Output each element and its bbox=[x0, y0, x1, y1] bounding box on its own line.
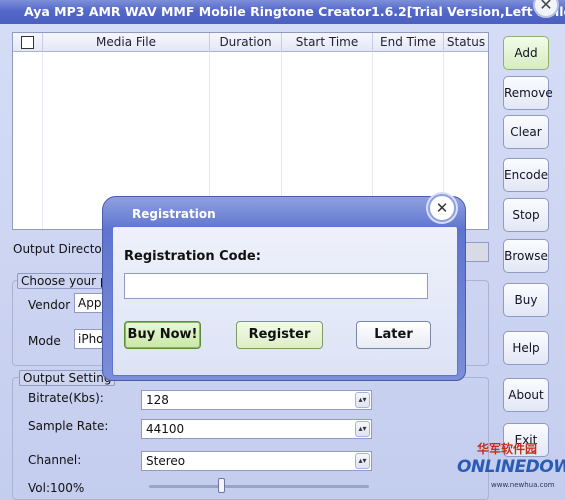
main-window: Aya MP3 AMR WAV MMF Mobile Ringtone Crea… bbox=[0, 0, 565, 500]
spin-arrows-icon[interactable]: ▴▾ bbox=[355, 453, 370, 469]
watermark-brand: ONLINEDOWN bbox=[457, 457, 565, 477]
select-all-checkbox[interactable] bbox=[21, 36, 34, 49]
watermark-url: www.newhua.com bbox=[491, 481, 555, 489]
buy-now-button[interactable]: Buy Now! bbox=[124, 321, 201, 349]
column-header-duration[interactable]: Duration bbox=[210, 33, 282, 52]
sample-rate-label: Sample Rate: bbox=[28, 419, 109, 433]
window-title: Aya MP3 AMR WAV MMF Mobile Ringtone Crea… bbox=[24, 4, 565, 19]
watermark-logo: 华军软件园 ONLINEDOWN www.newhua.com bbox=[449, 440, 565, 500]
column-header-status[interactable]: Status bbox=[444, 33, 488, 52]
output-setting-title: Output Setting bbox=[19, 370, 116, 386]
volume-slider-handle[interactable] bbox=[218, 478, 226, 493]
channel-select[interactable]: Stereo ▴▾ bbox=[141, 451, 372, 471]
column-header-end-time[interactable]: End Time bbox=[373, 33, 444, 52]
spin-arrows-icon[interactable]: ▴▾ bbox=[355, 392, 370, 408]
register-button[interactable]: Register bbox=[236, 321, 323, 349]
column-header-start-time[interactable]: Start Time bbox=[282, 33, 373, 52]
stop-button[interactable]: Stop bbox=[503, 198, 549, 232]
help-button[interactable]: Help bbox=[503, 331, 549, 365]
volume-slider-track[interactable] bbox=[149, 485, 369, 488]
vendor-label: Vendor bbox=[28, 298, 71, 312]
registration-dialog: Registration ✕ Registration Code: Buy No… bbox=[102, 186, 466, 381]
bitrate-value: 128 bbox=[146, 393, 169, 407]
title-bar: Aya MP3 AMR WAV MMF Mobile Ringtone Crea… bbox=[0, 0, 565, 24]
bitrate-select[interactable]: 128 ▴▾ bbox=[141, 390, 372, 410]
sample-rate-select[interactable]: 44100 ▴▾ bbox=[141, 419, 372, 439]
volume-label: Vol:100% bbox=[28, 481, 85, 495]
spin-arrows-icon[interactable]: ▴▾ bbox=[355, 421, 370, 437]
channel-value: Stereo bbox=[146, 454, 186, 468]
list-header: Media File Duration Start Time End Time … bbox=[13, 33, 488, 52]
dialog-body: Registration Code: Buy Now! Register Lat… bbox=[112, 226, 458, 376]
clear-button[interactable]: Clear bbox=[503, 115, 549, 149]
encode-button[interactable]: Encode bbox=[503, 158, 549, 192]
registration-code-input[interactable] bbox=[124, 273, 428, 299]
registration-code-label: Registration Code: bbox=[124, 249, 261, 264]
select-all-column bbox=[13, 33, 43, 52]
later-button[interactable]: Later bbox=[356, 321, 431, 349]
watermark-chinese: 华军软件园 bbox=[477, 442, 538, 456]
bitrate-label: Bitrate(Kbs): bbox=[28, 391, 104, 405]
close-icon: ✕ bbox=[435, 199, 449, 217]
about-button[interactable]: About bbox=[503, 378, 549, 412]
dialog-close-button[interactable]: ✕ bbox=[428, 194, 456, 222]
sample-rate-value: 44100 bbox=[146, 422, 185, 436]
dialog-title: Registration bbox=[132, 207, 216, 221]
channel-label: Channel: bbox=[28, 453, 82, 467]
buy-button[interactable]: Buy bbox=[503, 283, 549, 317]
mode-label: Mode bbox=[28, 334, 61, 348]
column-header-media-file[interactable]: Media File bbox=[43, 33, 210, 52]
browse-button[interactable]: Browse bbox=[503, 239, 549, 273]
add-button[interactable]: Add bbox=[503, 36, 549, 70]
remove-button[interactable]: Remove bbox=[503, 76, 553, 110]
close-icon: ✕ bbox=[539, 0, 553, 14]
